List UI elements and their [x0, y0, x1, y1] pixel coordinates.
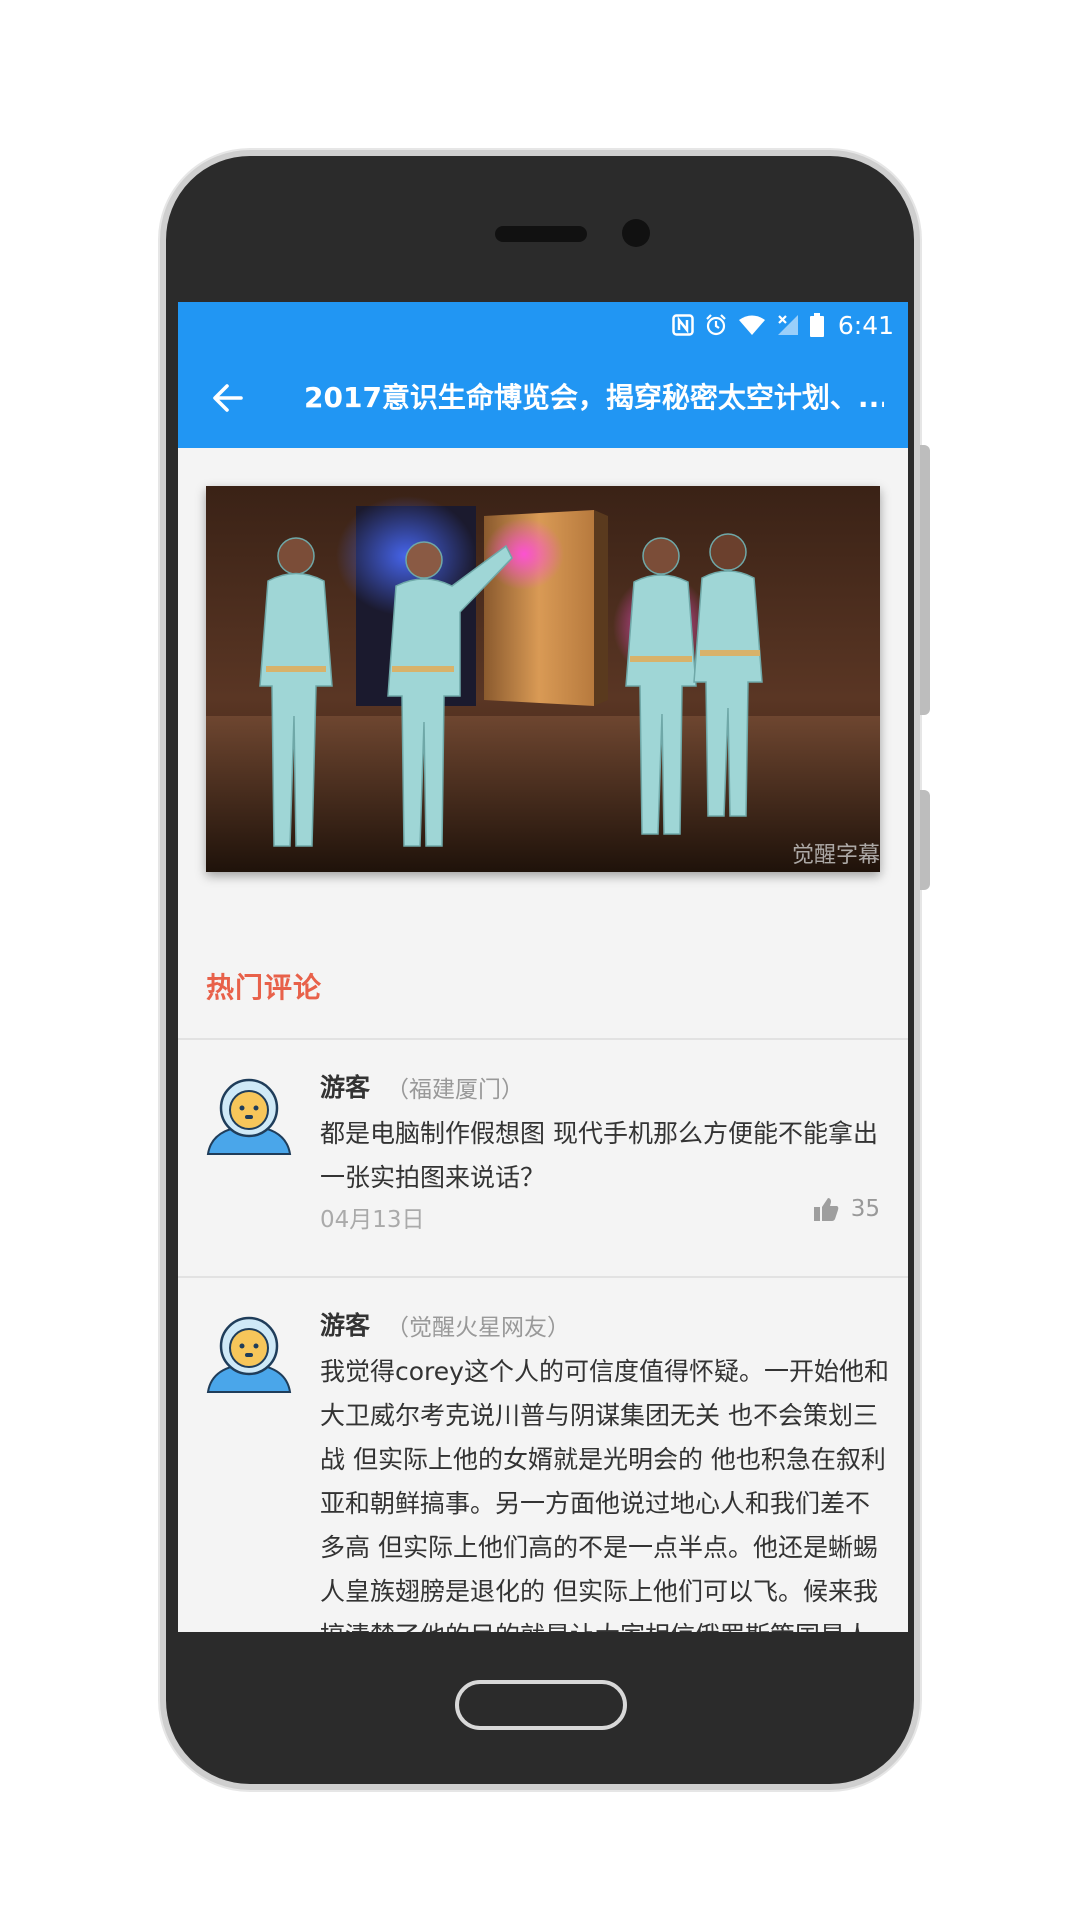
status-icons: 6:41 — [672, 308, 894, 342]
comment-author: 游客 — [320, 1311, 371, 1340]
comment-location: （福建厦门） — [386, 1077, 524, 1103]
nfc-icon — [672, 314, 694, 336]
avatar — [206, 1308, 292, 1394]
page-title: 2017意识生命博览会，揭穿秘密太空计划、... — [304, 381, 884, 414]
screen: 6:41 2017意识生命博览会，揭穿秘密太空计划、... 觉醒字幕 热门评论 … — [178, 302, 908, 1632]
like-count: 35 — [850, 1196, 880, 1222]
status-time: 6:41 — [837, 310, 894, 340]
content-area: 觉醒字幕组 热门评论 游客 （福建厦门） — [178, 448, 908, 1632]
power-button — [920, 445, 930, 715]
volume-button — [920, 790, 930, 890]
avatar — [206, 1070, 292, 1156]
hero-watermark: 觉醒字幕组 — [792, 843, 880, 868]
thumbs-up-icon — [813, 1198, 839, 1221]
section-title-hot-comments: 热门评论 — [206, 971, 323, 1004]
back-button[interactable] — [204, 374, 252, 422]
comment-author: 游客 — [320, 1073, 371, 1102]
like-button[interactable]: 35 — [813, 1196, 880, 1222]
comment-date: 04月13日 — [320, 1207, 425, 1233]
front-camera — [622, 219, 650, 247]
comment-text: 我觉得corey这个人的可信度值得怀疑。一开始他和大卫威尔考克说川普与阴谋集团无… — [320, 1357, 889, 1632]
app-bar: 2017意识生命博览会，揭穿秘密太空计划、... — [178, 348, 908, 448]
wifi-icon — [738, 314, 766, 336]
earpiece-speaker — [495, 226, 587, 242]
comment-location: （觉醒火星网友） — [386, 1315, 570, 1341]
battery-icon — [809, 313, 824, 337]
astronaut-avatar-icon — [206, 1316, 292, 1393]
astronaut-avatar-icon — [206, 1078, 292, 1155]
comment-item: 游客 （觉醒火星网友） 我觉得corey这个人的可信度值得怀疑。一开始他和大卫威… — [178, 1278, 908, 1632]
hero-image[interactable]: 觉醒字幕组 — [206, 486, 880, 872]
status-bar: 6:41 — [178, 302, 908, 348]
comment-text: 都是电脑制作假想图 现代手机那么方便能不能拿出一张实拍图来说话？ — [320, 1119, 878, 1192]
arrow-back-icon — [213, 384, 243, 412]
signal-off-icon — [776, 313, 800, 337]
comment-item: 游客 （福建厦门） 都是电脑制作假想图 现代手机那么方便能不能拿出一张实拍图来说… — [178, 1040, 908, 1276]
home-button[interactable] — [455, 1680, 627, 1730]
alarm-icon — [704, 313, 728, 337]
device-mockup: 6:41 2017意识生命博览会，揭穿秘密太空计划、... 觉醒字幕 热门评论 … — [0, 0, 1080, 1920]
